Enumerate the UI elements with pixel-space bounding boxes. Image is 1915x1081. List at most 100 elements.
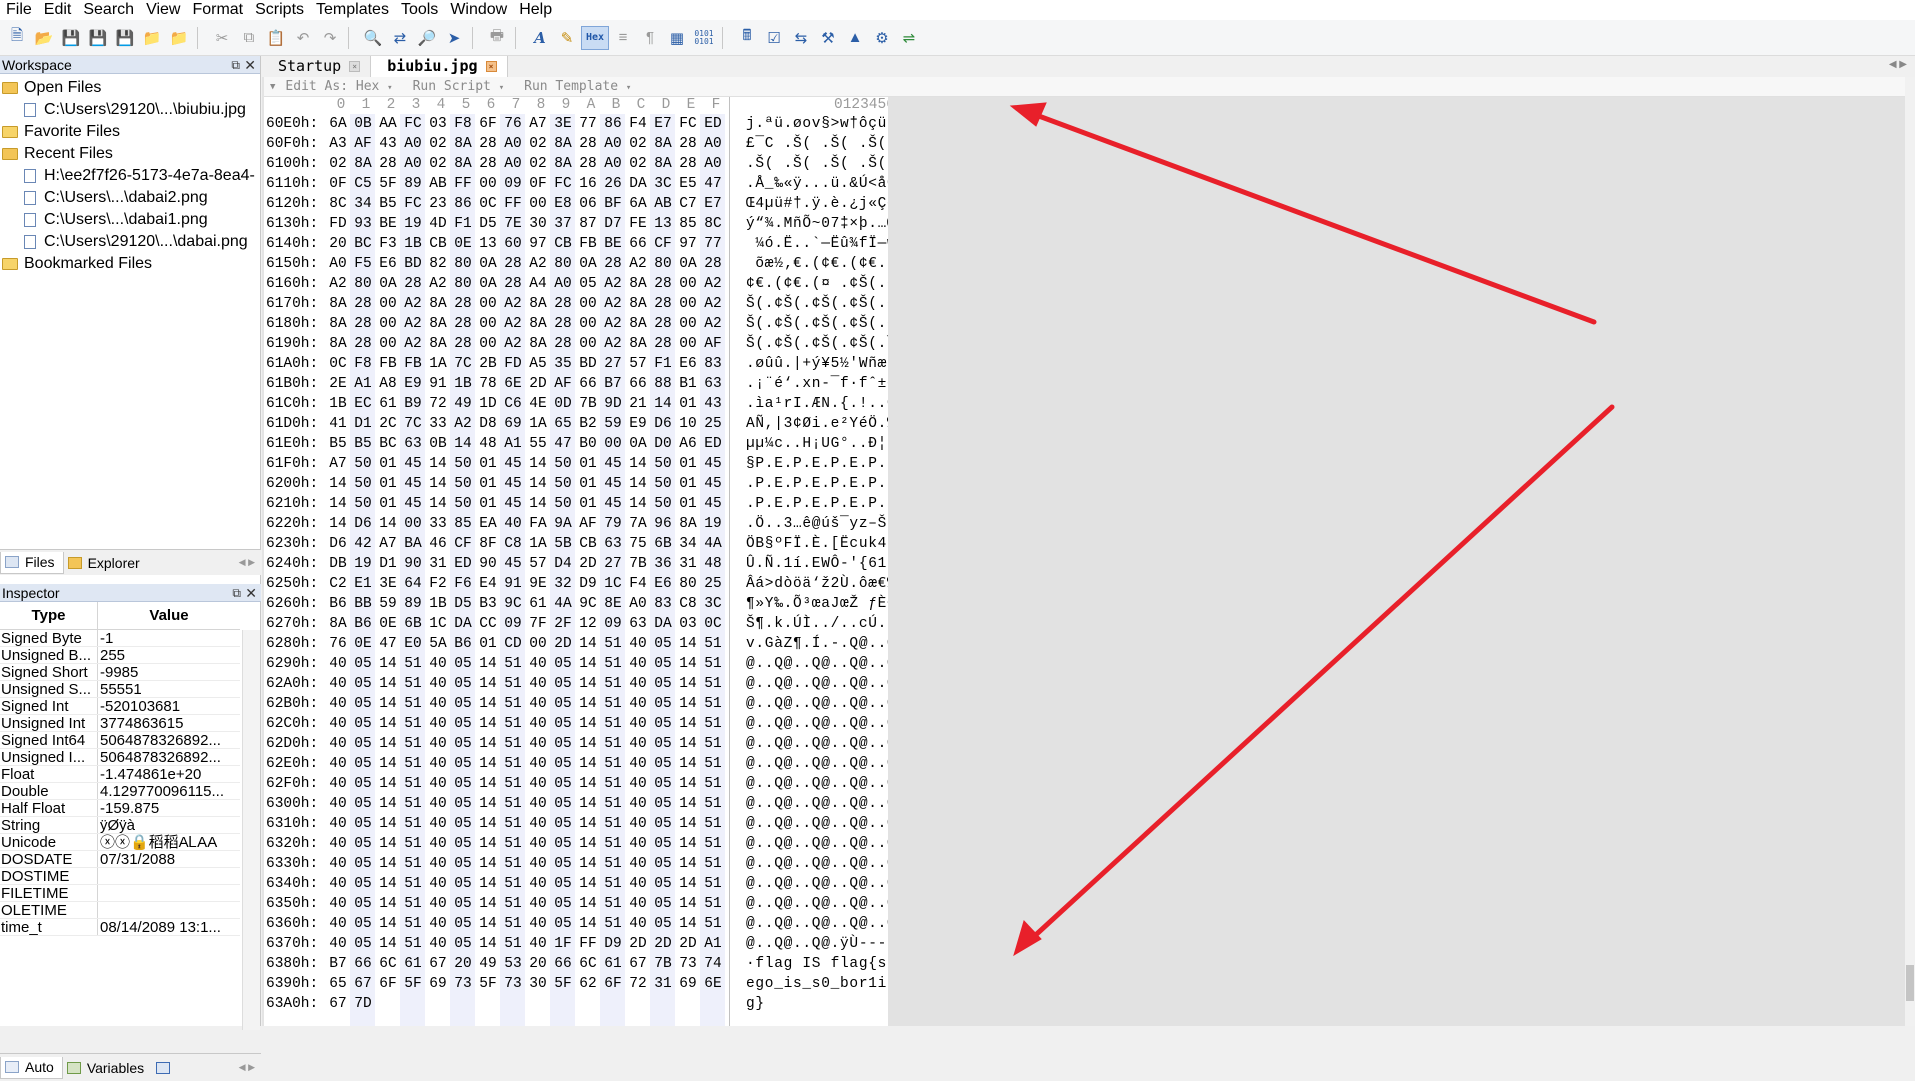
redo-icon[interactable]: ↷	[317, 25, 343, 51]
ascii-row[interactable]: .Ö..3…ê@úš¯yz–Š.	[746, 514, 896, 534]
hex-byte[interactable]: A2	[698, 294, 728, 314]
type-column-header[interactable]: Type	[0, 602, 98, 629]
tab-startup[interactable]: Startup ×	[262, 56, 372, 77]
hex-byte[interactable]: 51	[698, 894, 728, 914]
value-column-header[interactable]: Value	[98, 602, 240, 629]
inspector-row[interactable]: Float -1.474861e+20	[0, 766, 240, 783]
hex-row[interactable]: 40 05 14 51 40 05 14 51 40 05 14 51 40 05 14 51	[328, 654, 729, 674]
hex-row[interactable]: 8A 28 00 A2 8A 28 00 A2 8A 28 00 A2 8A 28 00 AF	[328, 334, 729, 354]
save-icon[interactable]: 💾	[58, 25, 84, 51]
tree-section[interactable]: Bookmarked Files	[0, 253, 260, 275]
hex-row[interactable]: 8C 34 B5 FC 23 86 0C FF 00 E8 06 BF 6A AB C7 E7	[328, 194, 729, 214]
hex-byte[interactable]: 0C	[698, 614, 728, 634]
ascii-row[interactable]: Œ4µü#†.ÿ.è.¿j«Çç	[746, 194, 896, 214]
inspector-row[interactable]: Unsigned I... 5064878326892...	[0, 749, 240, 766]
hex-row[interactable]: 8A 28 00 A2 8A 28 00 A2 8A 28 00 A2 8A 28 00 A2	[328, 294, 729, 314]
file-item[interactable]: C:\Users\29120\...\biubiu.jpg	[0, 99, 260, 121]
hex-byte[interactable]: 51	[698, 734, 728, 754]
ascii-row[interactable]: .øûû.|+ý¥5½'Wñæƒ	[746, 354, 896, 374]
inspector-value[interactable]: -159.875	[98, 800, 240, 816]
find-replace-icon[interactable]: ⇄	[387, 25, 413, 51]
ascii-row[interactable]: .¡¨é‘.xn-¯f·fˆ±c	[746, 374, 896, 394]
ascii-area[interactable]: j.ªü.øov§>w†ôçüí £¯C .Š( .Š( .Š( .Š( .Š( …	[740, 114, 896, 1026]
ascii-row[interactable]: @..Q@..Q@.ÿÙ---¡	[746, 934, 896, 954]
inspector-value[interactable]	[98, 885, 240, 901]
hex-byte[interactable]: 51	[698, 834, 728, 854]
hex-byte[interactable]: 51	[698, 694, 728, 714]
ascii-row[interactable]: Š(.¢Š(.¢Š(.¢Š(.¢	[746, 294, 896, 314]
hex-byte[interactable]: 45	[698, 494, 728, 514]
ascii-row[interactable]: .ìa¹rI.ÆN.{.!..C	[746, 394, 896, 414]
hex-byte[interactable]: 25	[698, 414, 728, 434]
hex-byte[interactable]: 74	[698, 954, 728, 974]
inspector-value[interactable]: 255	[98, 647, 240, 663]
save-all-icon[interactable]: 💾	[85, 25, 111, 51]
tab-auto[interactable]: Auto	[0, 1056, 63, 1079]
inspector-value[interactable]: 07/31/2088	[98, 851, 240, 867]
close-icon[interactable]: ✕	[245, 584, 257, 602]
tab-explorer[interactable]: Explorer	[64, 552, 148, 574]
hex-byte[interactable]: 19	[698, 514, 728, 534]
tree-section[interactable]: Open Files	[0, 77, 260, 99]
hex-row[interactable]: FD 93 BE 19 4D F1 D5 7E 30 37 87 D7 FE 13 85 8C	[328, 214, 729, 234]
inspector-scrollbar[interactable]	[242, 630, 260, 1030]
inspector-value[interactable]: 5064878326892...	[98, 732, 240, 748]
inspector-row[interactable]: time_t 08/14/2089 13:1...	[0, 919, 240, 936]
tab-more[interactable]	[152, 1057, 184, 1079]
menu-format[interactable]: Format	[186, 0, 249, 20]
open-folder-icon[interactable]: 📁	[139, 25, 165, 51]
ascii-row[interactable]: £¯C .Š( .Š( .Š(	[746, 134, 896, 154]
hex-byte[interactable]: 51	[698, 794, 728, 814]
ascii-row[interactable]: @..Q@..Q@..Q@..Q	[746, 734, 896, 754]
hex-row[interactable]: 40 05 14 51 40 05 14 51 40 05 14 51 40 05 14 51	[328, 694, 729, 714]
hex-row[interactable]: D6 42 A7 BA 46 CF 8F C8 1A 5B CB 63 75 6B 34 4A	[328, 534, 729, 554]
hex-byte[interactable]: A2	[698, 274, 728, 294]
hex-row[interactable]: 0F C5 5F 89 AB FF 00 09 0F FC 16 26 DA 3C E5 47	[328, 174, 729, 194]
hex-byte[interactable]: 51	[698, 674, 728, 694]
inspector-value[interactable]: -520103681	[98, 698, 240, 714]
inspector-row[interactable]: String ÿØÿà	[0, 817, 240, 834]
hex-byte[interactable]: A2	[698, 314, 728, 334]
hex-row[interactable]: 8A B6 0E 6B 1C DA CC 09 7F 2F 12 09 63 DA 03 0C	[328, 614, 729, 634]
edit-as-dropdown[interactable]: Edit As: Hex ▾	[285, 79, 392, 94]
hex-row[interactable]: 40 05 14 51 40 05 14 51 40 05 14 51 40 05 14 51	[328, 714, 729, 734]
hex-byte[interactable]: 51	[698, 634, 728, 654]
hex-byte[interactable]: 28	[698, 254, 728, 274]
hex-byte[interactable]: 51	[698, 774, 728, 794]
run-template-dropdown[interactable]: Run Template ▾	[524, 79, 631, 94]
inspector-value[interactable]: -1.474861e+20	[98, 766, 240, 782]
hex-byte[interactable]: 8C	[698, 214, 728, 234]
goto-icon[interactable]: ➤	[441, 25, 467, 51]
hex-row[interactable]: A2 80 0A 28 A2 80 0A 28 A4 A0 05 A2 8A 28 00 A2	[328, 274, 729, 294]
hex-row[interactable]: 76 0E 47 E0 5A B6 01 CD 00 2D 14 51 40 05 14 51	[328, 634, 729, 654]
hex-bytes-area[interactable]: 6A 0B AA FC 03 F8 6F 76 A7 3E 77 86 F4 E7 FC ED A3 AF 43 A0…	[328, 114, 729, 1026]
close-icon[interactable]: ✕	[244, 56, 256, 74]
undo-icon[interactable]: ↶	[290, 25, 316, 51]
hex-row[interactable]: 14 D6 14 00 33 85 EA 40 FA 9A AF 79 7A 96 8A 19	[328, 514, 729, 534]
run-script-dropdown[interactable]: Run Script ▾	[413, 79, 505, 94]
inspector-row[interactable]: Double 4.129770096115...	[0, 783, 240, 800]
hex-row[interactable]: 40 05 14 51 40 05 14 51 40 05 14 51 40 05 14 51	[328, 914, 729, 934]
templates-icon[interactable]: ⚙	[869, 25, 895, 51]
histogram-icon[interactable]: ▲	[842, 25, 868, 51]
hex-row[interactable]: 0C F8 FB FB 1A 7C 2B FD A5 35 BD 27 57 F1 E6 83	[328, 354, 729, 374]
hex-byte[interactable]: 51	[698, 874, 728, 894]
tree-section[interactable]: Recent Files	[0, 143, 260, 165]
hex-byte[interactable]: 51	[698, 654, 728, 674]
ascii-row[interactable]: AÑ,|3¢Øi.e²YéÖ.%	[746, 414, 896, 434]
hex-row[interactable]: 2E A1 A8 E9 91 1B 78 6E 2D AF 66 B7 66 88 B1 63	[328, 374, 729, 394]
hex-row[interactable]: A3 AF 43 A0 02 8A 28 A0 02 8A 28 A0 02 8A 28 A0	[328, 134, 729, 154]
ascii-row[interactable]: ÖB§ºFÏ.È.[Ëcuk4J	[746, 534, 896, 554]
tab-scroll-arrows[interactable]: ◀ ▶	[1889, 59, 1907, 70]
inspector-value[interactable]: 55551	[98, 681, 240, 697]
tab-variables[interactable]: Variables	[63, 1057, 152, 1079]
font-icon[interactable]: A	[527, 25, 553, 51]
calculator-icon[interactable]: 🖩	[734, 25, 760, 51]
collapse-icon[interactable]: ▼	[270, 82, 275, 92]
ascii-row[interactable]: @..Q@..Q@..Q@..Q	[746, 834, 896, 854]
hex-row[interactable]: 40 05 14 51 40 05 14 51 40 1F FF D9 2D 2D 2D A1	[328, 934, 729, 954]
hex-row[interactable]: 14 50 01 45 14 50 01 45 14 50 01 45 14 50 01 45	[328, 494, 729, 514]
tab-files[interactable]: Files	[0, 551, 64, 574]
insert-mode-icon[interactable]: ≡	[610, 25, 636, 51]
ascii-row[interactable]: @..Q@..Q@..Q@..Q	[746, 654, 896, 674]
